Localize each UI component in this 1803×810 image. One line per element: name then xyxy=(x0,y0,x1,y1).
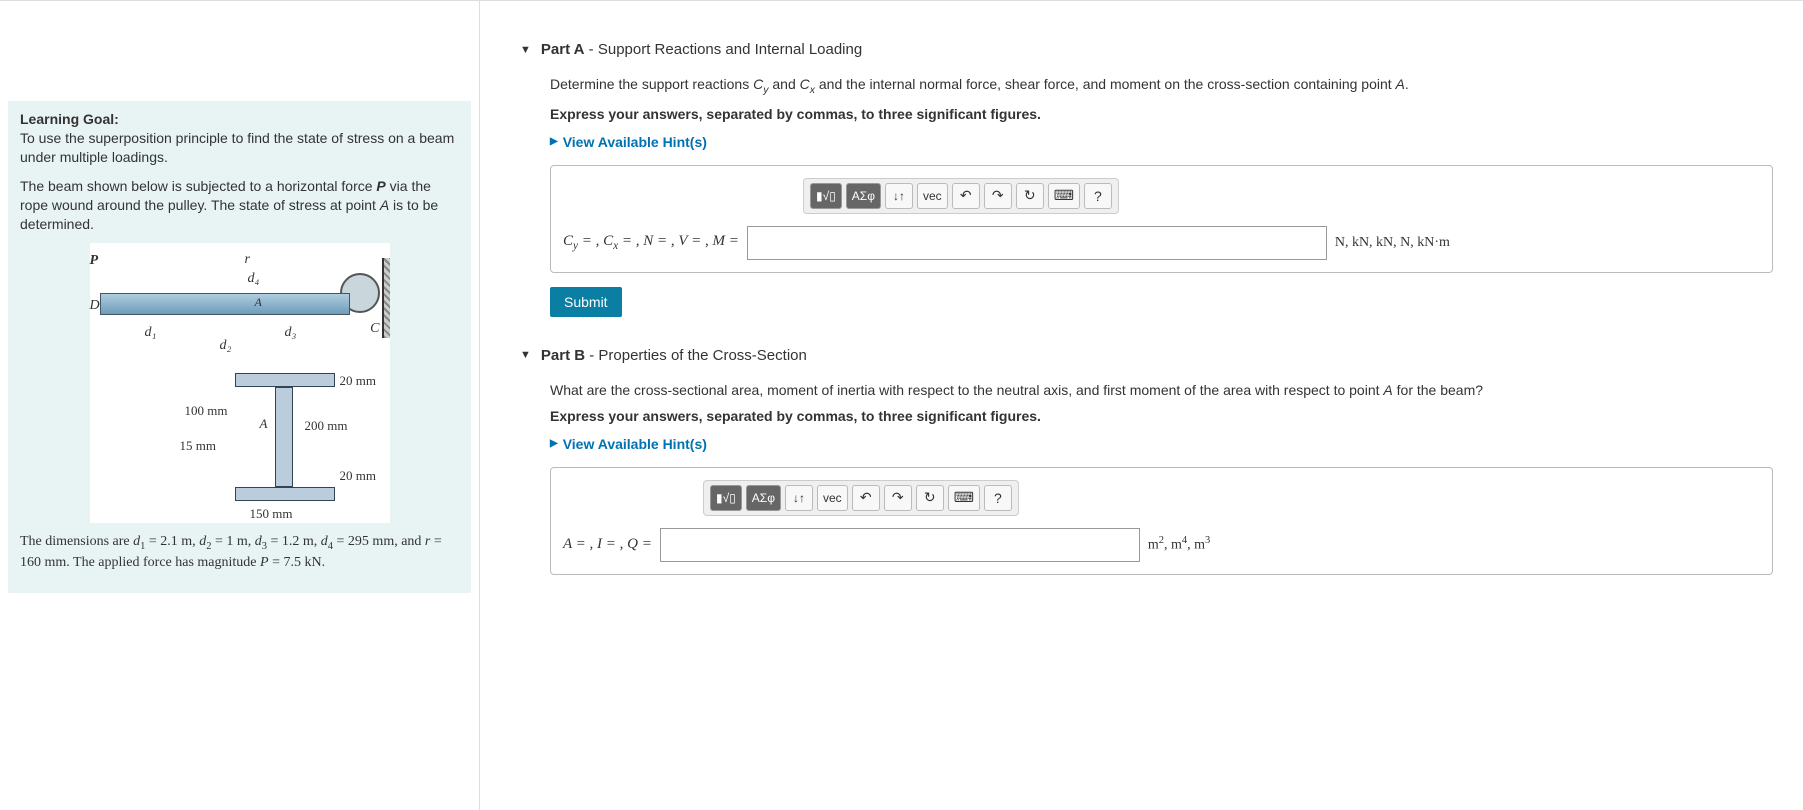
section-point-A: A xyxy=(260,416,268,432)
cross-section-figure: 100 mm 15 mm 200 mm 20 mm 20 mm 150 mm A xyxy=(180,358,380,523)
learning-goal-label: Learning Goal: xyxy=(20,111,459,127)
part-b-units: m2, m4, m3 xyxy=(1148,535,1210,554)
part-b-toolbar: ▮√▯ ΑΣφ ↓↑ vec ↶ ↷ ↻ ⌨ ? xyxy=(703,480,1019,516)
dim-15mm: 15 mm xyxy=(180,438,216,454)
part-a-hints-toggle[interactable]: View Available Hint(s) xyxy=(550,134,1773,150)
figure-label-d1: d₁ xyxy=(145,325,157,341)
undo-icon[interactable]: ↶ xyxy=(952,183,980,209)
part-a-body: Determine the support reactions Cy and C… xyxy=(550,76,1773,317)
reset-icon[interactable]: ↻ xyxy=(916,485,944,511)
hints-label: View Available Hint(s) xyxy=(563,436,707,452)
caret-down-icon: ▼ xyxy=(520,44,531,56)
subsup-button[interactable]: ↓↑ xyxy=(785,485,813,511)
templates-button[interactable]: ▮√▯ xyxy=(710,485,742,511)
figure-label-d2: d₂ xyxy=(220,338,232,354)
part-a-header[interactable]: ▼ Part A - Support Reactions and Interna… xyxy=(520,41,1773,58)
figure-label-D: D xyxy=(90,298,100,314)
keyboard-icon[interactable]: ⌨ xyxy=(948,485,980,511)
part-b-answer-input[interactable] xyxy=(660,528,1140,562)
caret-down-icon: ▼ xyxy=(520,349,531,361)
greek-button[interactable]: ΑΣφ xyxy=(746,485,781,511)
help-icon[interactable]: ? xyxy=(1084,183,1112,209)
reset-icon[interactable]: ↻ xyxy=(1016,183,1044,209)
left-panel: Learning Goal: To use the superposition … xyxy=(0,1,480,810)
part-b-answer-box: ▮√▯ ΑΣφ ↓↑ vec ↶ ↷ ↻ ⌨ ? A = , I = , Q =… xyxy=(550,467,1773,575)
figure-label-C: C xyxy=(370,321,379,337)
dim-20mm-top: 20 mm xyxy=(340,373,376,389)
part-a-answer-box: ▮√▯ ΑΣφ ↓↑ vec ↶ ↷ ↻ ⌨ ? Cy = , Cx = , N… xyxy=(550,165,1773,273)
part-a-variables: Cy = , Cx = , N = , V = , M = xyxy=(563,233,739,252)
dimensions-text: The dimensions are d1 = 2.1 m, d2 = 1 m,… xyxy=(20,533,459,573)
hints-label: View Available Hint(s) xyxy=(563,134,707,150)
part-a-units: N, kN, kN, N, kN·m xyxy=(1335,235,1450,251)
dim-200mm: 200 mm xyxy=(305,418,348,434)
part-b-body: What are the cross-sectional area, momen… xyxy=(550,382,1773,575)
undo-icon[interactable]: ↶ xyxy=(852,485,880,511)
vec-button[interactable]: vec xyxy=(817,485,848,511)
figure-label-d3: d₃ xyxy=(285,325,297,341)
part-b-title: Part B - Properties of the Cross-Section xyxy=(541,347,807,364)
figure-label-r: r xyxy=(245,252,250,268)
redo-icon[interactable]: ↷ xyxy=(884,485,912,511)
part-b-variables: A = , I = , Q = xyxy=(563,536,652,553)
greek-button[interactable]: ΑΣφ xyxy=(846,183,881,209)
part-a-instructions: Determine the support reactions Cy and C… xyxy=(550,76,1773,96)
part-a-express: Express your answers, separated by comma… xyxy=(550,106,1773,122)
dim-20mm-bot: 20 mm xyxy=(340,468,376,484)
figure-label-A: A xyxy=(255,295,262,310)
part-a-answer-input[interactable] xyxy=(747,226,1327,260)
part-b-hints-toggle[interactable]: View Available Hint(s) xyxy=(550,436,1773,452)
dim-100mm: 100 mm xyxy=(185,403,228,419)
part-b-express: Express your answers, separated by comma… xyxy=(550,408,1773,424)
learning-goal-box: Learning Goal: To use the superposition … xyxy=(8,101,471,593)
templates-button[interactable]: ▮√▯ xyxy=(810,183,842,209)
problem-figure: P D A C r d₁ d₂ d₃ d₄ 100 mm 15 mm 200 m… xyxy=(90,243,390,523)
vec-button[interactable]: vec xyxy=(917,183,948,209)
part-a-submit-button[interactable]: Submit xyxy=(550,287,622,317)
problem-setup: The beam shown below is subjected to a h… xyxy=(20,177,459,234)
figure-label-d4: d₄ xyxy=(248,271,260,287)
dim-150mm: 150 mm xyxy=(250,506,293,522)
right-panel: ▼ Part A - Support Reactions and Interna… xyxy=(480,1,1803,810)
part-a-toolbar: ▮√▯ ΑΣφ ↓↑ vec ↶ ↷ ↻ ⌨ ? xyxy=(803,178,1119,214)
redo-icon[interactable]: ↷ xyxy=(984,183,1012,209)
part-b-instructions: What are the cross-sectional area, momen… xyxy=(550,382,1773,398)
keyboard-icon[interactable]: ⌨ xyxy=(1048,183,1080,209)
part-b-header[interactable]: ▼ Part B - Properties of the Cross-Secti… xyxy=(520,347,1773,364)
help-icon[interactable]: ? xyxy=(984,485,1012,511)
learning-goal-text: To use the superposition principle to fi… xyxy=(20,129,459,167)
part-a-title: Part A - Support Reactions and Internal … xyxy=(541,41,862,58)
figure-label-P: P xyxy=(90,253,99,269)
subsup-button[interactable]: ↓↑ xyxy=(885,183,913,209)
